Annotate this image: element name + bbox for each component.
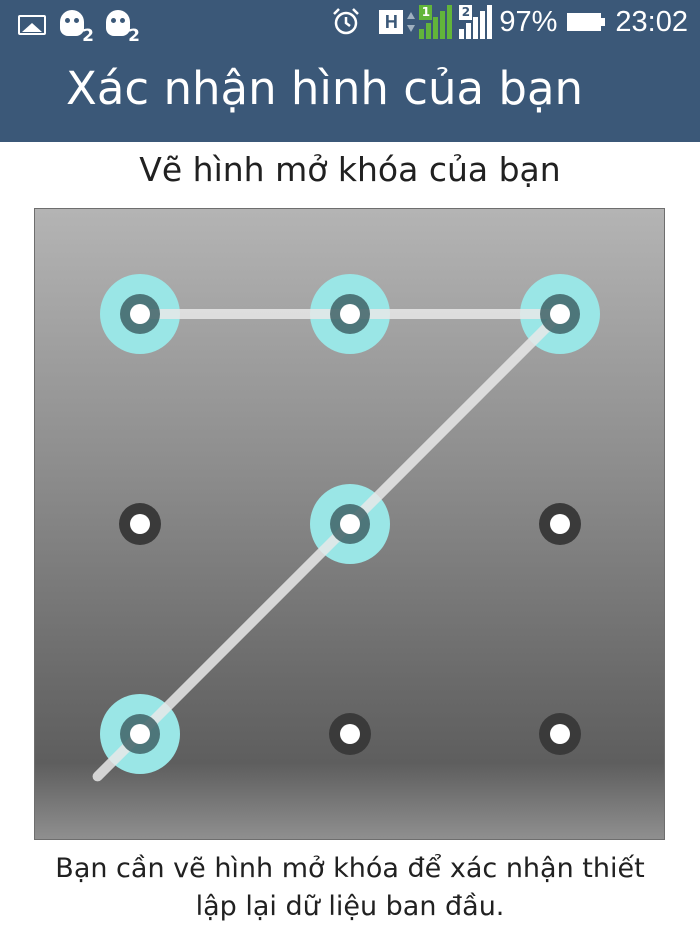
pattern-canvas[interactable]	[35, 209, 665, 840]
image-icon	[18, 15, 46, 35]
notification-icons: 2 2	[18, 8, 140, 46]
alarm-icon	[333, 8, 360, 35]
app-bar: 2 2 H 1 2 97% 23:02 Xác nhận hình của bạ…	[0, 0, 700, 142]
pattern-dot-8[interactable]	[329, 713, 371, 755]
network-type-badge: H	[379, 10, 404, 34]
battery-percent: 97%	[499, 5, 558, 38]
sim2-label: 2	[459, 5, 473, 20]
pattern-dot-9[interactable]	[539, 713, 581, 755]
pattern-dot-1[interactable]	[120, 294, 160, 334]
pattern-dot-4[interactable]	[119, 503, 161, 545]
status-bar: 2 2 H 1 2 97% 23:02	[0, 0, 700, 50]
system-icons: H 1 2 97% 23:02	[331, 5, 688, 39]
pattern-prompt: Vẽ hình mở khóa của bạn	[139, 150, 561, 189]
pattern-dot-5[interactable]	[330, 504, 370, 544]
battery-icon	[567, 13, 606, 31]
zombie-game-icon: 2	[104, 8, 140, 46]
sim1-signal-icon: 1	[419, 5, 453, 39]
instruction-line-2: lập lại dữ liệu ban đầu.	[195, 891, 505, 922]
zombie-badge: 2	[128, 26, 140, 46]
pattern-dot-3[interactable]	[540, 294, 580, 334]
zombie-game-icon: 2	[58, 8, 94, 46]
pattern-dot-7[interactable]	[120, 714, 160, 754]
zombie-badge: 2	[82, 26, 94, 46]
pattern-dot-6[interactable]	[539, 503, 581, 545]
data-activity-icon	[407, 10, 416, 34]
clock: 23:02	[615, 5, 688, 38]
pattern-dot-2[interactable]	[330, 294, 370, 334]
sim2-signal-icon: 2	[459, 5, 493, 39]
instruction-line-1: Bạn cần vẽ hình mở khóa để xác nhận thiế…	[55, 853, 645, 884]
pattern-lock-pad[interactable]	[34, 208, 665, 840]
sim1-label: 1	[419, 5, 433, 20]
page-title: Xác nhận hình của bạn	[66, 62, 584, 115]
instruction-text: Bạn cần vẽ hình mở khóa để xác nhận thiế…	[20, 850, 680, 926]
pattern-path-line	[92, 309, 565, 782]
